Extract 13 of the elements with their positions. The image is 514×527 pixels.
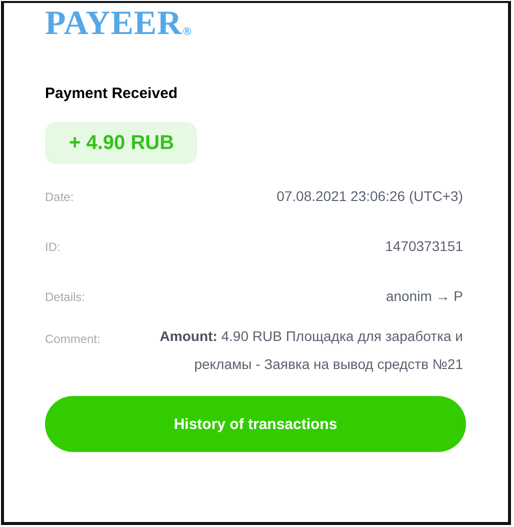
detail-value: anonim → P — [386, 288, 463, 304]
detail-label: Comment: — [45, 332, 100, 346]
amount-badge: + 4.90 RUB — [45, 122, 198, 164]
detail-value: 1470373151 — [385, 238, 463, 254]
heading: Payment Received — [45, 84, 179, 104]
logo-text: PAYEER — [45, 9, 182, 39]
detail-label: Date: — [45, 190, 74, 204]
comment-text: Amount: 4.90 RUB Площадка для заработка и рекламы - Заявка на вывод средств №21 — [158, 327, 463, 374]
history-button[interactable]: History of transactions — [45, 396, 466, 452]
detail-label: ID: — [45, 240, 60, 254]
detail-value: 07.08.2021 23:06:26 (UTC+3) — [276, 188, 463, 204]
detail-label: Details: — [45, 290, 86, 304]
registered-mark: ® — [183, 27, 192, 37]
